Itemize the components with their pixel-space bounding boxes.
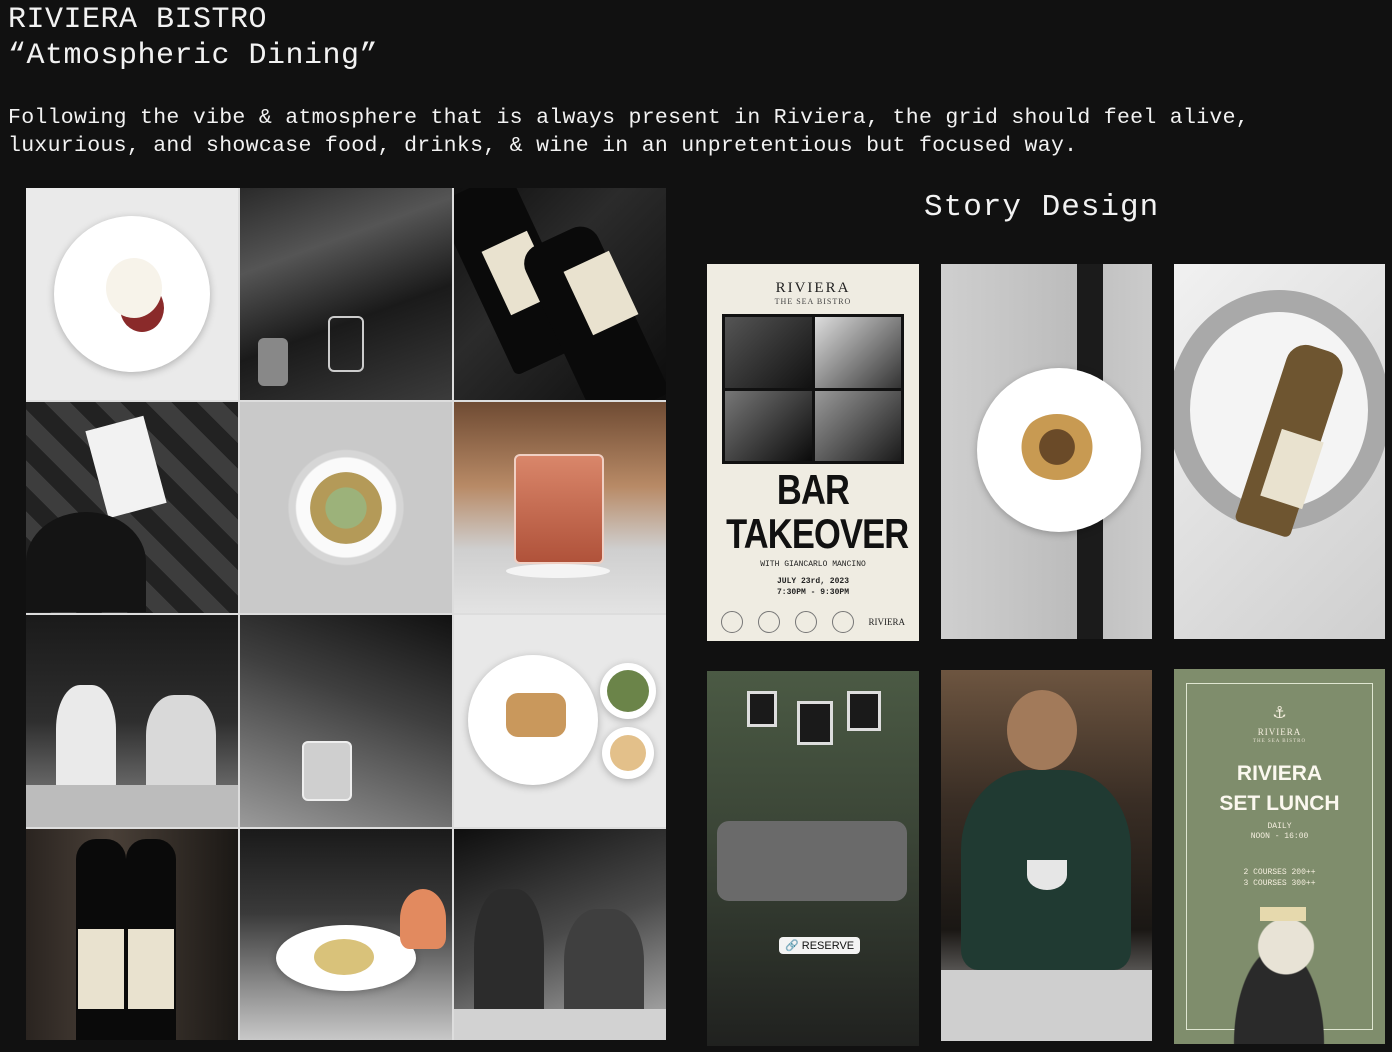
page-title: RIVIERA BISTRO (8, 3, 268, 37)
poster-course-1: 2 COURSES 200++ (1243, 868, 1316, 877)
grid-photo-cutlet-plate (454, 615, 666, 827)
poster-brand-sub: THE SEA BISTRO (774, 297, 852, 306)
grid-photo-negroni (454, 401, 666, 613)
description-line-2: luxurious, and showcase food, drinks, & … (8, 134, 1078, 158)
grid-photo-friends-toasting (454, 828, 666, 1040)
sponsor-logo (721, 611, 743, 633)
poster-datetime: JULY 23rd, 2023 7:30PM - 9:30PM (707, 576, 919, 598)
poster-time: 7:30PM - 9:30PM (776, 588, 849, 597)
grid-photo-salad-plate (240, 401, 452, 613)
poster-headline: RIVIERA SET LUNCH (1174, 759, 1385, 819)
poster-eye-bar (1260, 907, 1306, 921)
poster-headline-line-2: SET LUNCH (1219, 792, 1340, 815)
poster-brand: RIVIERA (775, 280, 851, 296)
poster-time: NOON - 16:00 (1250, 832, 1309, 841)
poster-sponsor-logos: RIVIERA (721, 611, 905, 633)
grid-photo-cocktail-pour (240, 188, 452, 400)
poster-headline-line-2: TAKEOVER (726, 510, 909, 557)
grid-photo-wine-bottles (454, 188, 666, 400)
grid-photo-diners-laughing (26, 615, 238, 827)
grid-photo-bar-glass (240, 615, 452, 827)
grid-photo-menu-reading (26, 401, 238, 613)
poster-date: JULY 23rd, 2023 (776, 577, 849, 586)
poster-hours: DAILY NOON - 16:00 (1174, 822, 1385, 842)
anchor-icon: ⚓ (1273, 702, 1286, 725)
feed-grid (26, 188, 666, 1040)
poster-brand: RIVIERA (1257, 727, 1302, 737)
page-subtitle: “Atmospheric Dining” (8, 39, 379, 73)
poster-headline: BAR TAKEOVER (726, 466, 909, 557)
poster-headline-line-1: RIVIERA (1236, 762, 1323, 785)
sponsor-logo (757, 611, 780, 633)
reserve-label: RESERVE (801, 940, 855, 952)
grid-photo-riesling-bottles (26, 828, 238, 1040)
page-description: Following the vibe & atmosphere that is … (8, 104, 1388, 160)
poster-headline-line-1: BAR (776, 466, 850, 513)
story-dining-room: 🔗 RESERVE (707, 671, 919, 1046)
sponsor-logo (831, 611, 854, 633)
poster-photo-collage (722, 314, 904, 464)
link-icon: 🔗 (785, 940, 799, 952)
poster-course-2: 3 COURSES 300++ (1243, 879, 1316, 888)
poster-daily: DAILY (1267, 822, 1292, 831)
story-bar-takeover: RIVIERA THE SEA BISTRO BAR TAKEOVER WITH… (707, 264, 919, 641)
story-section-title: Story Design (924, 190, 1160, 225)
sponsor-logo (794, 611, 817, 633)
reserve-sticker[interactable]: 🔗 RESERVE (779, 937, 861, 954)
story-set-lunch: ⚓ RIVIERA THE SEA BISTRO RIVIERA SET LUN… (1174, 669, 1385, 1044)
poster-guest: WITH GIANCARLO MANCINO (760, 560, 866, 569)
description-line-1: Following the vibe & atmosphere that is … (8, 106, 1249, 130)
grid-photo-dessert-plate (26, 188, 238, 400)
grid-photo-pasta-spritz (240, 828, 452, 1040)
story-bartender (941, 670, 1152, 1041)
poster-brand-sub: THE SEA BISTRO (1252, 739, 1307, 744)
poster-courses: 2 COURSES 200++ 3 COURSES 300++ (1174, 867, 1385, 889)
story-porthole-wine (1174, 264, 1385, 639)
story-pasta-plate (941, 264, 1152, 639)
poster-logo-text: RIVIERA (868, 617, 906, 627)
